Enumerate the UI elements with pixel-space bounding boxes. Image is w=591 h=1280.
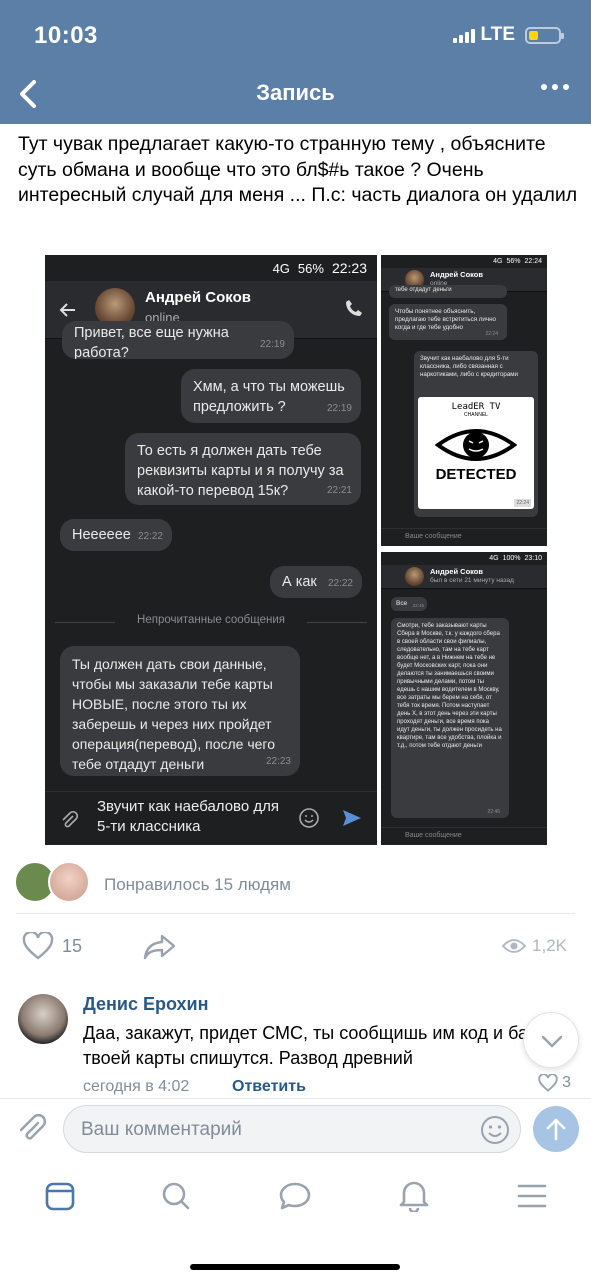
contact-status: был в сети 21 минуту назад — [430, 577, 514, 584]
menu-icon[interactable] — [517, 1182, 547, 1210]
screenshot-battery: 56% — [297, 260, 324, 276]
like-button[interactable]: 15 — [22, 932, 82, 960]
reply-link[interactable]: Ответить — [232, 1078, 306, 1096]
newsfeed-icon[interactable] — [44, 1180, 76, 1212]
message-input-text: Звучит как наебалово для 5-ти классника — [97, 798, 279, 835]
contact-name: Андрей Соков — [145, 289, 251, 306]
message-bubble: Нееееее 22:22 — [60, 519, 172, 551]
status-indicators: LTE — [452, 24, 564, 46]
screenshot-status-bar: 4G 56% 22:23 — [45, 255, 377, 281]
message-bubble: Все 22:45 — [391, 597, 427, 611]
app-header: 10:03 LTE Запись — [0, 0, 591, 124]
emoji-icon[interactable] — [480, 1115, 510, 1145]
comment-time: сегодня в 4:02 — [83, 1078, 190, 1095]
like-count: 15 — [62, 935, 83, 956]
message-bubble: Чтобы понятнее объяснить, предлагаю тебе… — [389, 304, 507, 340]
attached-screenshot-top-right[interactable]: 4G 56% 22:24 Андрей Соков online тебе отда… — [381, 255, 547, 546]
tab-bar — [0, 1160, 591, 1280]
likes-summary: Понравилось 15 людям — [104, 875, 291, 894]
arrow-up-icon — [546, 1118, 566, 1141]
eye-icon — [434, 429, 518, 461]
message-bubble: тебе отдадут деньги — [389, 285, 507, 298]
messages-icon[interactable] — [278, 1180, 312, 1212]
attach-icon[interactable] — [16, 1113, 48, 1145]
send-button[interactable] — [533, 1106, 579, 1152]
emoji-icon — [299, 808, 319, 828]
message-bubble: Звучит как наебалово для 5-ти классника,… — [414, 351, 538, 517]
contact-name: Андрей Соков — [430, 567, 483, 576]
post-text: Тут чувак предлагает какую-то странную т… — [18, 133, 578, 206]
battery-icon — [525, 26, 564, 44]
views-count: 1,2K — [532, 936, 567, 955]
message-bubble: Смотри, тебе заказывают карты Сбера в Мо… — [391, 618, 509, 818]
attach-icon — [62, 810, 78, 828]
more-options-icon[interactable] — [541, 84, 569, 90]
unread-divider: Непрочитанные сообщения — [45, 614, 377, 630]
message-bubble: Привет, все еще нужна работа? 22:19 — [62, 321, 294, 359]
heart-icon — [538, 1074, 558, 1092]
comment-composer: Ваш комментарий — [0, 1098, 591, 1160]
comment-text: Даа, закажут, придет СМС, ты сообщишь им… — [83, 1023, 571, 1068]
unread-divider-label: Непрочитанные сообщения — [137, 614, 285, 626]
likes-row[interactable]: Понравилось 15 людям — [0, 856, 591, 914]
send-icon — [343, 810, 361, 826]
comment-input-placeholder: Ваш комментарий — [81, 1119, 242, 1140]
divider — [16, 913, 575, 914]
chevron-down-icon — [541, 1035, 563, 1048]
message-bubble: Хмм, а что ты можешь предложить ? 22:19 — [181, 369, 361, 423]
page-title: Запись — [256, 80, 335, 105]
post-actions: 15 1,2K — [0, 918, 591, 976]
message-input-bar: Ваше сообщение — [381, 827, 547, 845]
contact-avatar — [405, 567, 424, 586]
comment-author[interactable]: Денис Ерохин — [83, 994, 209, 1015]
contact-name: Андрей Соков — [430, 270, 483, 279]
attached-screenshot-main[interactable]: 4G 56% 22:23 Андрей Соков online Привет,… — [45, 255, 377, 845]
notifications-bell-icon[interactable] — [398, 1178, 430, 1212]
search-icon[interactable] — [160, 1180, 192, 1212]
comment-item: Денис Ерохин Даа, закажут, придет СМС, т… — [0, 984, 591, 1096]
meme-line2: CHANNEL — [464, 412, 488, 418]
signal-icon — [452, 27, 475, 43]
heart-icon — [22, 932, 54, 960]
message-input-bar: Звучит как наебалово для 5-ти классника — [45, 791, 377, 845]
message-bubble: То есть я должен дать тебе реквизиты кар… — [125, 433, 361, 505]
message-bubble: Ты должен дать свои данные, чтобы мы зак… — [60, 646, 300, 776]
scroll-down-button[interactable] — [523, 1012, 579, 1068]
comment-input[interactable]: Ваш комментарий — [63, 1105, 521, 1153]
back-arrow-icon — [59, 303, 75, 317]
comment-like-button[interactable]: 3 — [538, 1074, 571, 1092]
message-input-placeholder: Ваше сообщение — [405, 832, 462, 839]
eye-icon — [502, 939, 527, 953]
status-time: 10:03 — [34, 22, 98, 49]
message-input-placeholder: Ваше сообщение — [405, 533, 462, 540]
chat-header: Андрей Соков был в сети 21 минуту назад — [381, 565, 547, 589]
screenshot-time: 22:23 — [331, 260, 367, 276]
network-label: LTE — [480, 24, 515, 45]
views-counter: 1,2K — [502, 936, 567, 956]
message-input-bar: Ваше сообщение — [381, 528, 547, 546]
phone-icon — [346, 300, 362, 316]
meme-line1: LeadER TV — [451, 402, 501, 412]
meme-caption: DETECTED — [435, 466, 517, 483]
home-indicator — [190, 1264, 400, 1270]
meme-image: LeadER TV CHANNEL DETECTED 22:24 — [418, 397, 534, 509]
screenshot-status-bar: 4G 100% 23:10 — [489, 555, 542, 562]
liker-avatar — [48, 861, 90, 903]
meme-time: 22:24 — [514, 499, 531, 507]
screenshot-status-bar: 4G 56% 22:24 — [493, 258, 542, 265]
commenter-avatar[interactable] — [18, 994, 68, 1044]
screenshot-network: 4G — [272, 260, 290, 276]
attached-screenshot-bottom-right[interactable]: 4G 100% 23:10 Андрей Соков был в сети 21 м… — [381, 552, 547, 845]
message-bubble: А как 22:22 — [270, 566, 362, 598]
comment-like-count: 3 — [562, 1074, 571, 1091]
share-icon[interactable] — [142, 932, 178, 962]
